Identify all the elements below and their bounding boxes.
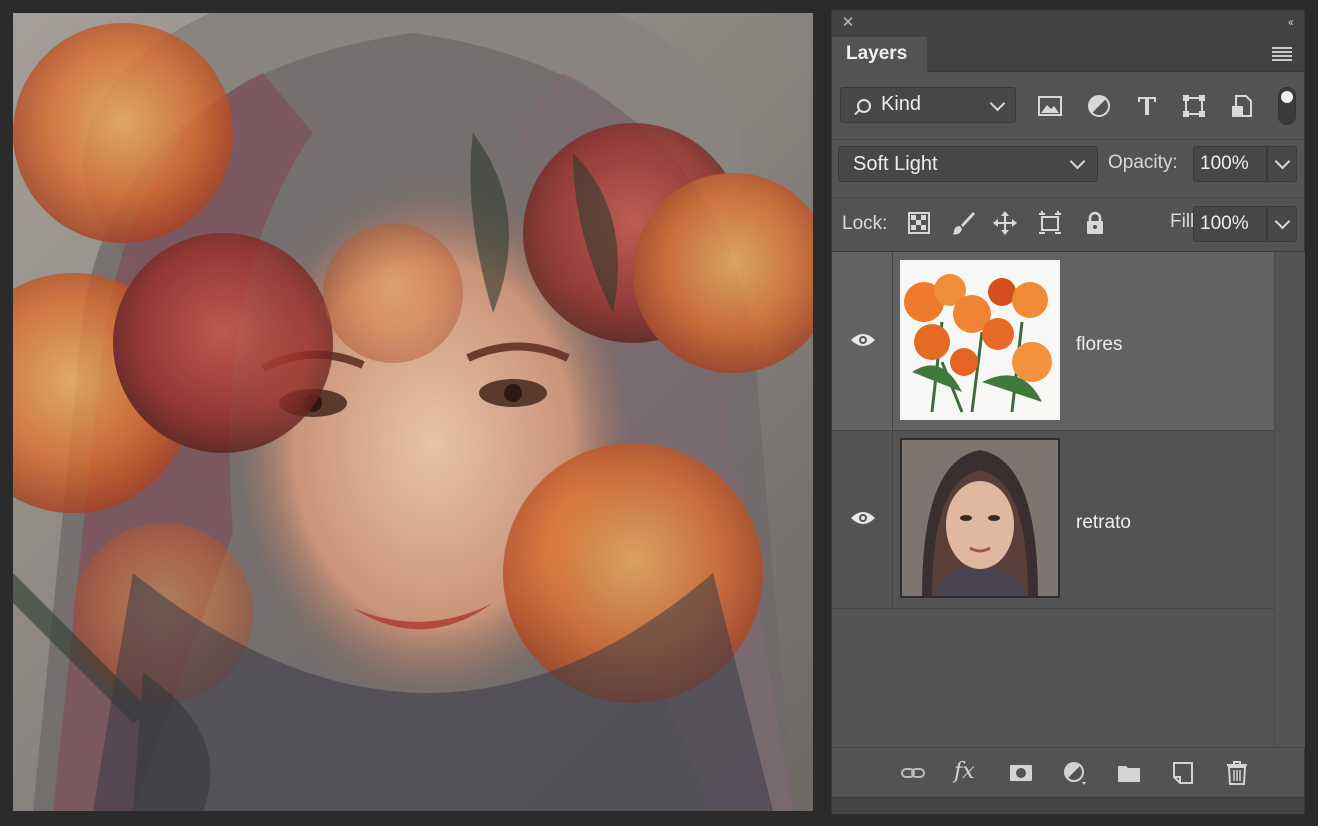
image-filter-icon[interactable]	[1037, 93, 1063, 119]
smart-object-filter-icon[interactable]	[1229, 93, 1255, 119]
layer-name-retrato[interactable]: retrato	[1076, 512, 1131, 534]
layer-thumbnail-retrato	[900, 438, 1060, 598]
blend-mode-dropdown[interactable]: Soft Light	[838, 146, 1098, 182]
new-group-icon[interactable]	[1116, 760, 1142, 786]
opacity-input[interactable]: 100%	[1193, 146, 1267, 182]
lock-position-icon[interactable]	[992, 210, 1018, 236]
lock-artboard-icon[interactable]	[1037, 210, 1063, 236]
delete-layer-icon[interactable]	[1224, 760, 1250, 786]
fill-input[interactable]: 100%	[1193, 206, 1267, 242]
blend-mode-value: Soft Light	[853, 153, 938, 175]
close-panel-icon[interactable]: ✕	[840, 15, 856, 31]
fx-label: fx	[954, 759, 975, 784]
lock-all-icon[interactable]	[1082, 210, 1108, 236]
lock-image-pixels-icon[interactable]	[950, 210, 976, 236]
chevron-down-icon	[1069, 153, 1086, 170]
kind-filter-dropdown[interactable]: Kind	[840, 87, 1016, 123]
tab-strip: Layers	[832, 37, 1304, 72]
search-icon	[857, 99, 871, 113]
eye-icon[interactable]	[850, 332, 876, 348]
new-layer-icon[interactable]	[1170, 760, 1196, 786]
layer-row-flores[interactable]: flores	[832, 252, 1274, 431]
layer-row-retrato[interactable]: retrato	[832, 430, 1274, 609]
lock-transparent-pixels-icon[interactable]	[906, 210, 932, 236]
canvas-image	[13, 13, 813, 811]
panel-footer	[832, 797, 1304, 814]
visibility-column	[832, 430, 893, 608]
lock-row: Lock: Fill: 100%	[832, 197, 1304, 250]
document-canvas[interactable]	[13, 13, 813, 811]
scrollbar[interactable]	[1274, 252, 1305, 748]
blend-row: Soft Light Opacity: 100%	[832, 139, 1304, 186]
layer-thumbnail-flores	[900, 260, 1060, 420]
type-filter-icon[interactable]	[1134, 93, 1160, 119]
layers-bottom-bar: fx	[832, 747, 1304, 798]
layers-panel: ✕ ‹‹ Layers Kind Soft Light Opacity: 100…	[831, 10, 1305, 814]
shape-filter-icon[interactable]	[1181, 93, 1207, 119]
panel-menu-icon[interactable]	[1272, 47, 1292, 61]
fx-icon[interactable]: fx	[954, 760, 980, 786]
layer-name-flores[interactable]: flores	[1076, 334, 1122, 356]
add-mask-icon[interactable]	[1008, 760, 1034, 786]
adjustment-filter-icon[interactable]	[1086, 93, 1112, 119]
chevron-down-icon	[1274, 213, 1291, 230]
chevron-down-icon	[989, 95, 1006, 112]
filter-toggle-switch[interactable]	[1278, 87, 1296, 125]
fill-slider-button[interactable]	[1267, 206, 1297, 242]
visibility-column	[832, 252, 893, 430]
opacity-slider-button[interactable]	[1267, 146, 1297, 182]
filter-row: Kind	[832, 83, 1304, 129]
collapse-panel-icon[interactable]: ‹‹	[1288, 15, 1294, 29]
link-layers-icon[interactable]	[900, 760, 926, 786]
kind-label: Kind	[881, 93, 922, 115]
tab-layers[interactable]: Layers	[832, 37, 927, 72]
new-adjustment-icon[interactable]	[1062, 760, 1088, 786]
layers-list: flores retrato	[832, 251, 1305, 748]
chevron-down-icon	[1274, 153, 1291, 170]
lock-label: Lock:	[842, 213, 888, 234]
opacity-label: Opacity:	[1108, 152, 1178, 173]
panel-header: ✕ ‹‹	[832, 11, 1304, 37]
eye-icon[interactable]	[850, 510, 876, 526]
